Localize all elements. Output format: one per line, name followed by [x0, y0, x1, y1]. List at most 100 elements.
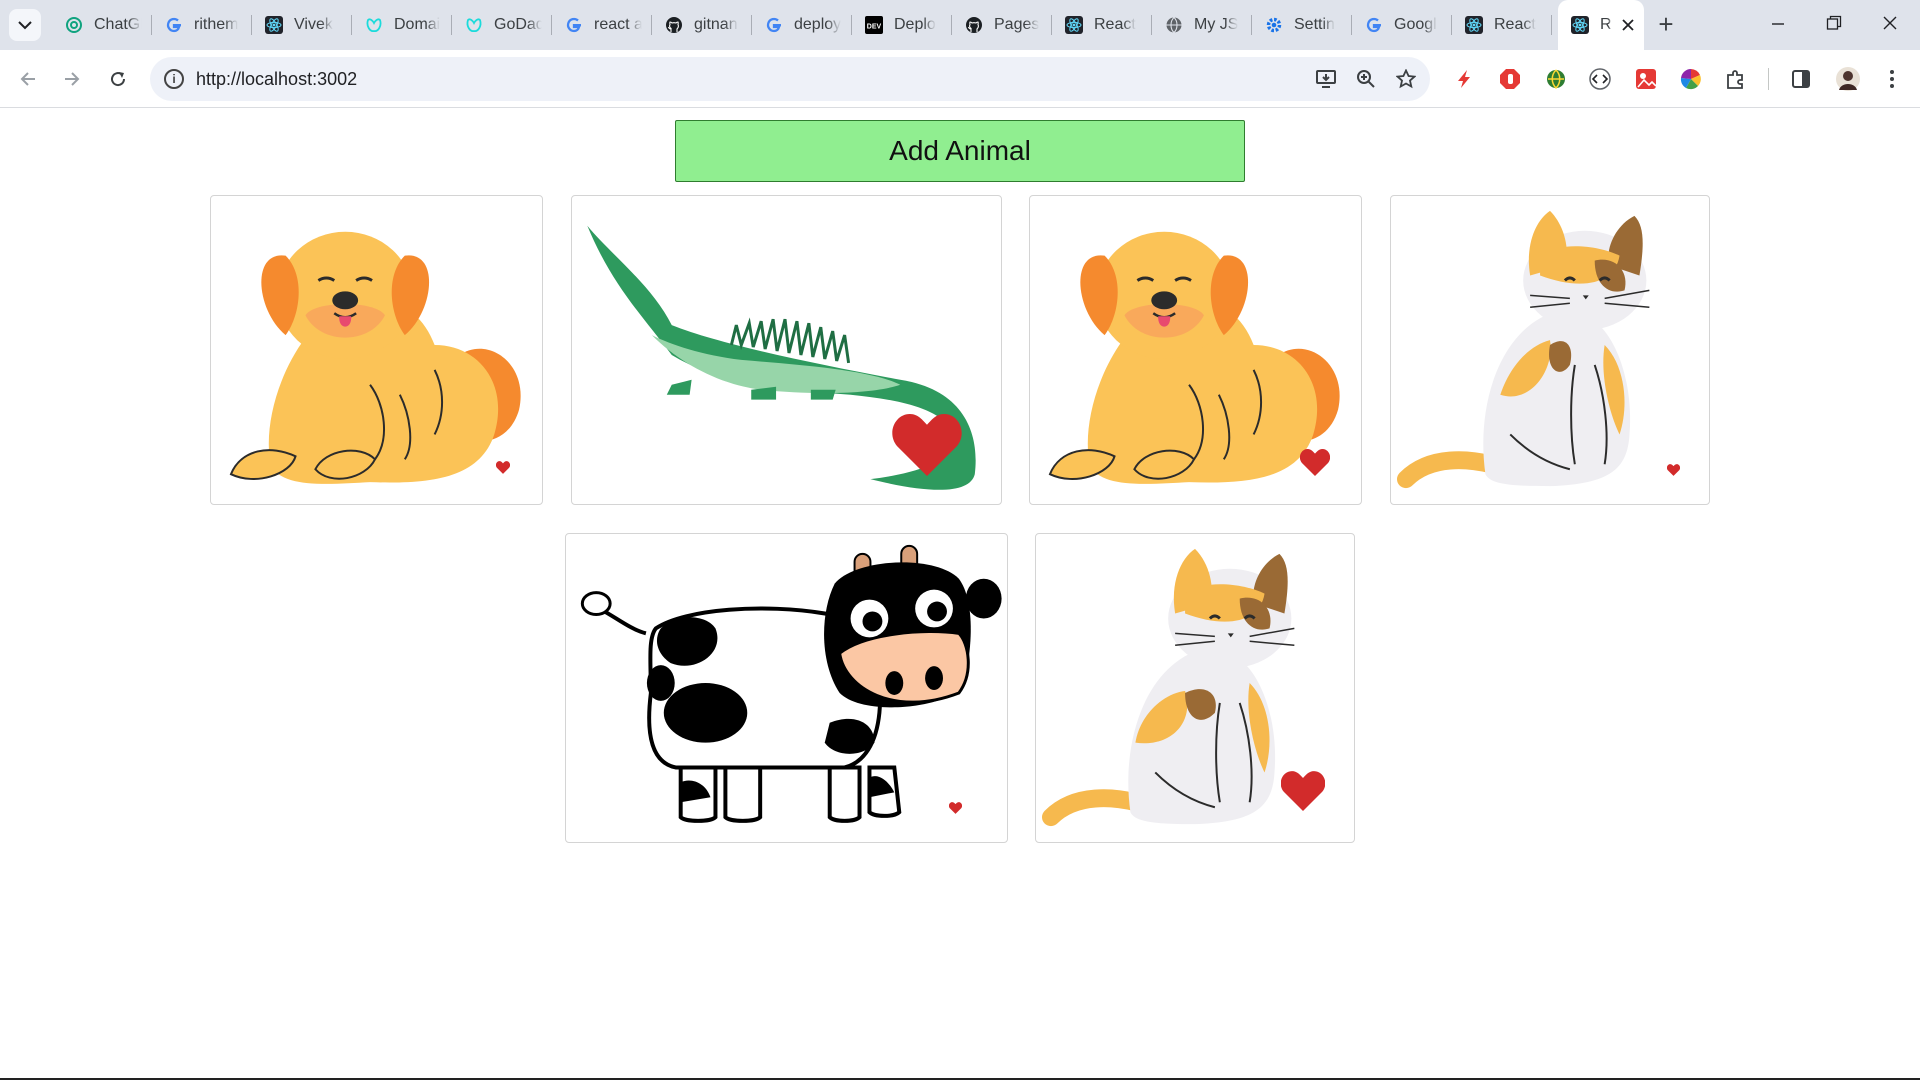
cat-image	[1396, 210, 1650, 489]
github-icon	[964, 15, 984, 35]
tab-title: react a	[594, 16, 642, 33]
install-app-icon[interactable]	[1314, 67, 1338, 91]
svg-text:DEV: DEV	[867, 24, 882, 31]
browser-toolbar: i http://localhost:3002	[0, 50, 1920, 108]
browser-tab-active[interactable]: R	[1558, 0, 1644, 50]
browser-tab[interactable]: deploy	[752, 0, 852, 50]
heart-icon[interactable]	[949, 802, 962, 814]
extension-picture-icon[interactable]	[1633, 66, 1659, 92]
reload-icon	[111, 72, 126, 87]
react-icon	[1570, 15, 1590, 35]
browser-tab[interactable]: GoDad	[452, 0, 552, 50]
profile-avatar[interactable]	[1835, 66, 1861, 92]
extensions-puzzle-icon[interactable]	[1723, 66, 1749, 92]
animal-card-cat[interactable]	[1390, 195, 1710, 505]
heart-icon[interactable]	[892, 414, 962, 476]
tab-list: ChatGPT rithem Vivek Domai GoDad react a gitna…	[52, 0, 1644, 50]
address-bar[interactable]: i http://localhost:3002	[150, 57, 1430, 101]
extension-adblock-icon[interactable]	[1497, 66, 1523, 92]
tab-title: My JS	[1194, 16, 1239, 33]
toolbar-divider	[1768, 68, 1769, 90]
tab-title: deploy	[794, 16, 842, 33]
browser-tab[interactable]: My JS	[1152, 0, 1252, 50]
heart-icon[interactable]	[1281, 771, 1325, 811]
dog-image	[229, 231, 521, 484]
github-icon	[664, 15, 684, 35]
tab-title: R	[1600, 16, 1612, 33]
browser-tab[interactable]: Domai	[352, 0, 452, 50]
restore-icon	[1826, 15, 1842, 30]
google-icon	[164, 15, 184, 35]
browser-tab[interactable]: Googl	[1352, 0, 1452, 50]
animal-card-dog[interactable]	[1029, 195, 1362, 505]
tab-title: Vivek	[294, 16, 333, 33]
tab-title: React	[1094, 16, 1136, 33]
browser-tab[interactable]: Pages	[952, 0, 1052, 50]
close-tab-icon[interactable]	[1622, 16, 1634, 36]
godaddy-icon	[364, 15, 384, 35]
animal-card-cat[interactable]	[1035, 533, 1355, 843]
tab-search-button[interactable]	[9, 9, 41, 41]
close-window-button[interactable]	[1870, 10, 1910, 40]
tab-title: Deplo	[894, 16, 936, 33]
arrow-right-icon	[65, 72, 80, 86]
tab-title: Settin	[1294, 16, 1335, 33]
heart-icon[interactable]	[1667, 464, 1680, 476]
browser-tab[interactable]: Vivek	[252, 0, 352, 50]
browser-tab[interactable]: react a	[552, 0, 652, 50]
heart-icon[interactable]	[496, 461, 510, 474]
browser-tab[interactable]: React	[1452, 0, 1552, 50]
extension-bolt-icon[interactable]	[1451, 66, 1477, 92]
minimize-icon	[1772, 23, 1784, 25]
tab-title: ChatGPT	[94, 16, 142, 33]
animal-card-cow[interactable]	[565, 533, 1008, 843]
more-menu-icon[interactable]	[1879, 66, 1905, 92]
browser-tab[interactable]: gitnan	[652, 0, 752, 50]
gear-icon	[1264, 15, 1284, 35]
google-icon	[1364, 15, 1384, 35]
browser-tab[interactable]: rithem	[152, 0, 252, 50]
extension-colorwheel-icon[interactable]	[1678, 66, 1704, 92]
browser-tab[interactable]: Settin	[1252, 0, 1352, 50]
tab-title: gitnan	[694, 16, 738, 33]
cow-image	[580, 544, 1002, 823]
forward-button[interactable]	[57, 64, 87, 94]
openai-icon	[64, 15, 84, 35]
side-panel-icon[interactable]	[1788, 66, 1814, 92]
tab-strip: ChatGPT rithem Vivek Domai GoDad react a gitna…	[0, 0, 1920, 50]
react-icon	[1464, 15, 1484, 35]
animal-card-dog[interactable]	[210, 195, 543, 505]
tab-title: GoDad	[494, 16, 542, 33]
google-icon	[764, 15, 784, 35]
url-text[interactable]: http://localhost:3002	[196, 69, 357, 90]
heart-icon[interactable]	[1300, 449, 1330, 476]
close-icon	[1883, 16, 1897, 30]
reload-button[interactable]	[103, 64, 133, 94]
animal-card-gator[interactable]	[571, 195, 1002, 505]
bookmark-star-icon[interactable]	[1394, 67, 1418, 91]
extension-globe-icon[interactable]	[1543, 66, 1569, 92]
tab-title: rithem	[194, 16, 239, 33]
tab-title: Googl	[1394, 16, 1437, 33]
back-button[interactable]	[13, 64, 43, 94]
dev-icon: DEV	[864, 15, 884, 35]
arrow-left-icon	[20, 72, 35, 86]
tab-title: Pages	[994, 16, 1040, 33]
react-icon	[264, 15, 284, 35]
new-tab-button[interactable]: +	[1651, 10, 1681, 40]
add-animal-button[interactable]: Add Animal	[675, 120, 1245, 182]
browser-tab[interactable]: DEV Deplo	[852, 0, 952, 50]
globe-icon	[1164, 15, 1184, 35]
zoom-icon[interactable]	[1354, 67, 1378, 91]
tab-title: Domai	[394, 16, 441, 33]
extension-code-icon[interactable]	[1587, 66, 1613, 92]
browser-tab[interactable]: ChatGPT	[52, 0, 152, 50]
minimize-button[interactable]	[1758, 10, 1798, 40]
site-info-icon[interactable]: i	[164, 69, 184, 89]
browser-tab[interactable]: React	[1052, 0, 1152, 50]
google-icon	[564, 15, 584, 35]
react-icon	[1064, 15, 1084, 35]
godaddy-icon	[464, 15, 484, 35]
tab-title: React	[1494, 16, 1536, 33]
restore-button[interactable]	[1814, 10, 1854, 40]
